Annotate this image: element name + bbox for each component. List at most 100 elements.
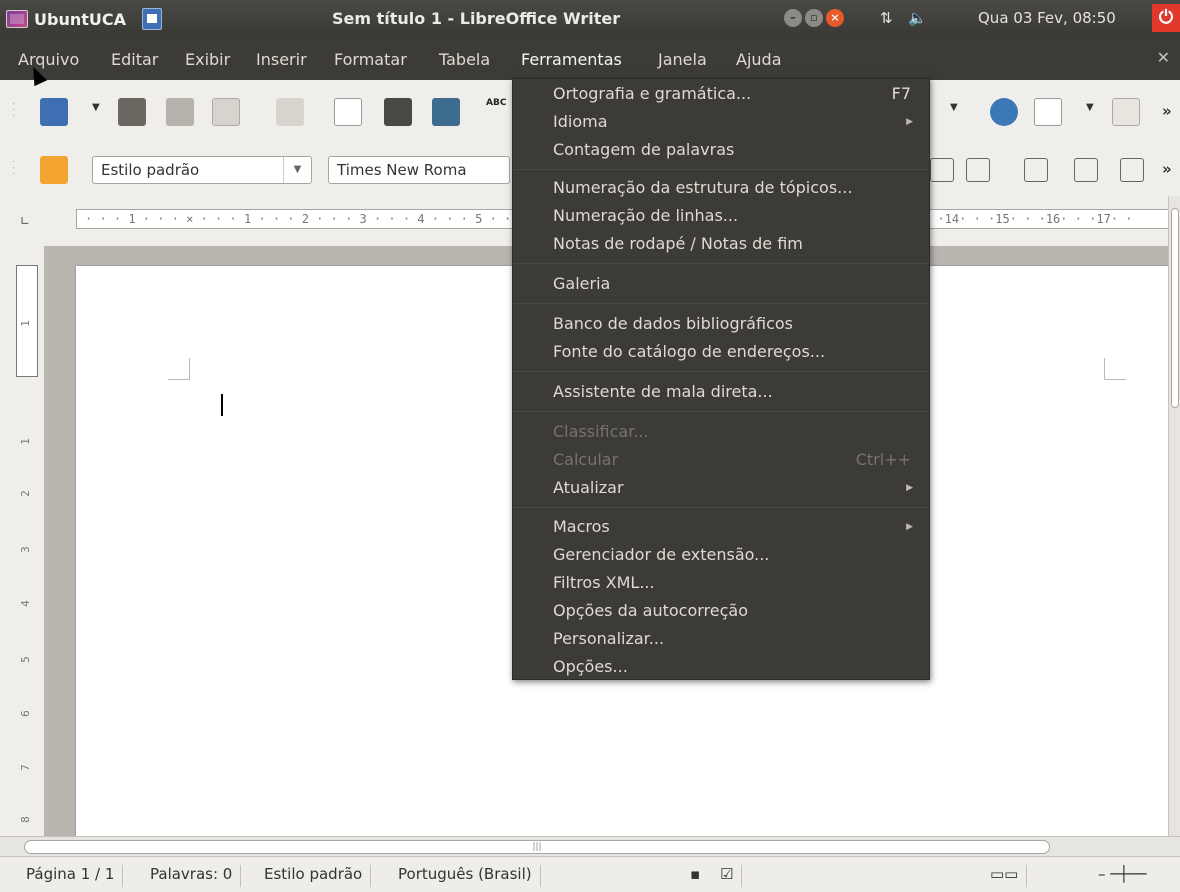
menu-tabela[interactable]: Tabela: [439, 50, 490, 69]
vruler-mark: 3: [18, 546, 32, 553]
table-dropdown-icon[interactable]: ▼: [1086, 102, 1094, 113]
menu-separator: [513, 411, 929, 412]
menu-item-mail-merge[interactable]: Assistente de mala direta...: [553, 379, 915, 405]
app-menu[interactable]: UbuntUCA: [6, 8, 162, 30]
shortcut-label: Ctrl++: [855, 450, 911, 469]
status-words[interactable]: Palavras: 0: [150, 865, 242, 887]
menu-ajuda[interactable]: Ajuda: [736, 50, 782, 69]
print-icon[interactable]: [384, 98, 412, 126]
top-panel: UbuntUCA Sem título 1 - LibreOffice Writ…: [0, 0, 1180, 38]
vertical-ruler[interactable]: 1 1 2 3 4 5 6 7 8: [16, 265, 38, 835]
tab-stop-icon[interactable]: ∟: [20, 214, 30, 228]
text-cursor: [221, 394, 223, 416]
vruler-mark: 8: [18, 816, 32, 823]
menu-item-options[interactable]: Opções...: [553, 654, 915, 680]
menu-inserir[interactable]: Inserir: [256, 50, 307, 69]
menu-ferramentas[interactable]: Ferramentas: [521, 50, 622, 69]
view-layout-icon[interactable]: ▭▭: [990, 865, 1028, 887]
chevron-down-icon[interactable]: ▼: [283, 157, 311, 183]
status-style[interactable]: Estilo padrão: [264, 865, 372, 887]
status-page[interactable]: Página 1 / 1: [26, 865, 124, 887]
menu-item-outline-numbering[interactable]: Numeração da estrutura de tópicos...: [553, 175, 915, 201]
more-format-icon[interactable]: »: [1162, 160, 1172, 178]
new-dropdown-icon[interactable]: ▼: [92, 102, 100, 113]
show-draw-icon[interactable]: [1112, 98, 1140, 126]
menu-item-autocorrect[interactable]: Opções da autocorreção: [553, 598, 915, 624]
menu-item-label: Personalizar...: [553, 629, 665, 648]
justify-icon[interactable]: [966, 158, 990, 182]
insert-table-icon[interactable]: [1034, 98, 1062, 126]
decrease-indent-icon[interactable]: [1120, 158, 1144, 182]
spellcheck-icon[interactable]: ABC: [486, 98, 514, 126]
menu-exibir[interactable]: Exibir: [185, 50, 230, 69]
writer-app-icon: [142, 8, 162, 30]
menu-formatar[interactable]: Formatar: [334, 50, 407, 69]
menu-item-address-source[interactable]: Fonte do catálogo de endereços...: [553, 339, 915, 365]
submenu-arrow-icon: ▶: [906, 522, 913, 532]
vertical-scrollbar[interactable]: [1168, 196, 1180, 836]
font-name-select[interactable]: Times New Roma: [328, 156, 510, 184]
bullets-icon[interactable]: [1074, 158, 1098, 182]
menu-item-label: Idioma: [553, 112, 608, 131]
horizontal-scrollbar[interactable]: |||: [0, 836, 1180, 856]
menu-item-footnotes[interactable]: Notas de rodapé / Notas de fim: [553, 231, 915, 257]
horizontal-scroll-thumb[interactable]: |||: [24, 840, 1050, 854]
submenu-arrow-icon: ▶: [906, 483, 913, 493]
menu-janela[interactable]: Janela: [658, 50, 707, 69]
menu-item-customize[interactable]: Personalizar...: [553, 626, 915, 652]
submenu-arrow-icon: ▶: [906, 117, 913, 127]
clock[interactable]: Qua 03 Fev, 08:50: [978, 9, 1116, 27]
volume-icon[interactable]: 🔈: [908, 9, 927, 27]
numbering-icon[interactable]: [1024, 158, 1048, 182]
vertical-scroll-thumb[interactable]: [1171, 208, 1179, 408]
close-document-icon[interactable]: ✕: [1157, 48, 1170, 67]
menu-item-bibliography[interactable]: Banco de dados bibliográficos: [553, 311, 915, 337]
menu-item-line-numbering[interactable]: Numeração de linhas...: [553, 203, 915, 229]
menu-item-language[interactable]: Idioma ▶: [553, 109, 915, 135]
menu-item-update[interactable]: Atualizar ▶: [553, 475, 915, 501]
menu-item-label: Galeria: [553, 274, 611, 293]
window-controls: – ▫ ×: [784, 9, 844, 27]
maximize-button[interactable]: ▫: [805, 9, 823, 27]
toolbar-grip-icon[interactable]: · · ·: [12, 158, 16, 180]
power-icon[interactable]: ⏻: [1152, 4, 1180, 32]
menu-item-label: Ortografia e gramática...: [553, 84, 752, 103]
edit-mode-icon[interactable]: [276, 98, 304, 126]
save-icon[interactable]: [166, 98, 194, 126]
print-preview-icon[interactable]: [432, 98, 460, 126]
menu-item-label: Opções...: [553, 657, 628, 676]
menu-item-gallery[interactable]: Galeria: [553, 271, 915, 297]
menu-item-label: Filtros XML...: [553, 573, 655, 592]
toolbar-grip-icon[interactable]: · · ·: [12, 100, 16, 122]
close-window-button[interactable]: ×: [826, 9, 844, 27]
menu-item-macros[interactable]: Macros ▶: [553, 514, 915, 540]
signature-icon[interactable]: ☑: [720, 865, 743, 887]
menu-editar[interactable]: Editar: [111, 50, 158, 69]
toolbar-dropdown-icon[interactable]: ▼: [950, 102, 958, 113]
menu-item-extension-manager[interactable]: Gerenciador de extensão...: [553, 542, 915, 568]
navigator-icon[interactable]: [990, 98, 1018, 126]
font-name-value: Times New Roma: [337, 161, 467, 179]
menu-item-spelling[interactable]: Ortografia e gramática... F7: [553, 81, 915, 107]
paragraph-style-value: Estilo padrão: [101, 161, 200, 179]
zoom-slider[interactable]: – ─┼──: [1098, 865, 1154, 887]
open-folder-icon[interactable]: [118, 98, 146, 126]
align-right-icon[interactable]: [930, 158, 954, 182]
styles-formatting-icon[interactable]: [40, 156, 68, 184]
text-boundary-corner: [1104, 358, 1126, 380]
menu-item-xml-filters[interactable]: Filtros XML...: [553, 570, 915, 596]
status-language[interactable]: Português (Brasil): [398, 865, 541, 887]
vruler-mark: 4: [18, 600, 32, 607]
menu-item-calculate: Calcular Ctrl++: [553, 447, 915, 473]
minimize-button[interactable]: –: [784, 9, 802, 27]
email-icon[interactable]: [212, 98, 240, 126]
export-pdf-icon[interactable]: [334, 98, 362, 126]
more-tools-icon[interactable]: »: [1162, 102, 1172, 120]
paragraph-style-select[interactable]: Estilo padrão ▼: [92, 156, 312, 184]
menu-arquivo[interactable]: Arquivo: [18, 50, 79, 69]
insert-mode-icon[interactable]: ▪: [690, 865, 708, 887]
network-icon[interactable]: ⇅: [880, 9, 893, 27]
menu-item-word-count[interactable]: Contagem de palavras: [553, 137, 915, 163]
menubar: Arquivo Editar Exibir Inserir Formatar T…: [0, 38, 1180, 80]
new-document-icon[interactable]: [40, 98, 68, 126]
